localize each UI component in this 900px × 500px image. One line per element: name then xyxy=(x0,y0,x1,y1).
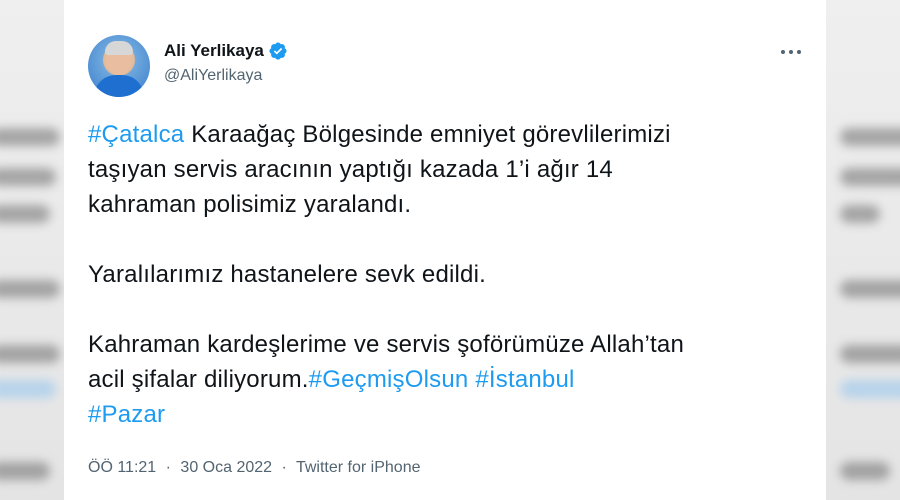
tweet-paragraph: Yaralılarımız hastanelere sevk edildi. xyxy=(88,257,788,292)
tweet-time[interactable]: ÖÖ 11:21 xyxy=(88,459,156,476)
tweet-text-segment: Yaralılarımız hastanelere sevk edildi. xyxy=(88,261,486,288)
hashtag-link[interactable]: #GeçmişOlsun xyxy=(309,366,469,393)
profile-avatar[interactable] xyxy=(88,35,150,97)
tweet-date[interactable]: 30 Oca 2022 xyxy=(180,459,272,476)
tweet-card: Ali Yerlikaya @AliYerlikaya #Çatalca Kar… xyxy=(64,0,826,500)
tweet-paragraph: #Çatalca Karaağaç Bölgesinde emniyet gör… xyxy=(88,117,788,222)
more-dot xyxy=(781,50,785,54)
blurred-background-right xyxy=(826,0,900,500)
tweet-text-segment: acil şifalar diliyorum. xyxy=(88,366,309,393)
user-handle[interactable]: @AliYerlikaya xyxy=(164,67,262,85)
hashtag-link[interactable]: #Pazar xyxy=(88,401,165,428)
tweet-source[interactable]: Twitter for iPhone xyxy=(296,459,421,476)
blurred-background-left xyxy=(0,0,64,500)
avatar-shirt xyxy=(94,75,144,97)
tweet-metadata: ÖÖ 11:21 · 30 Oca 2022 · Twitter for iPh… xyxy=(88,459,420,477)
more-dot xyxy=(789,50,793,54)
avatar-hair xyxy=(105,41,133,55)
more-options-icon[interactable] xyxy=(779,40,803,64)
display-name[interactable]: Ali Yerlikaya xyxy=(164,41,288,61)
tweet-text-segment: kahraman polisimiz yaralandı. xyxy=(88,191,412,218)
tweet-text-segment: Kahraman kardeşlerime ve servis şoförümü… xyxy=(88,331,684,358)
display-name-text[interactable]: Ali Yerlikaya xyxy=(164,41,264,61)
verified-badge-icon xyxy=(269,42,287,60)
meta-separator: · xyxy=(165,459,171,476)
meta-separator: · xyxy=(281,459,287,476)
tweet-text-segment: taşıyan servis aracının yaptığı kazada 1… xyxy=(88,156,613,183)
hashtag-link[interactable]: #Çatalca xyxy=(88,121,184,148)
tweet-text: #Çatalca Karaağaç Bölgesinde emniyet gör… xyxy=(88,117,788,432)
tweet-paragraph: Kahraman kardeşlerime ve servis şoförümü… xyxy=(88,327,788,432)
tweet-text-segment: Karaağaç Bölgesinde emniyet görevlilerim… xyxy=(184,121,671,148)
more-dot xyxy=(797,50,801,54)
hashtag-link[interactable]: #İstanbul xyxy=(475,366,574,393)
